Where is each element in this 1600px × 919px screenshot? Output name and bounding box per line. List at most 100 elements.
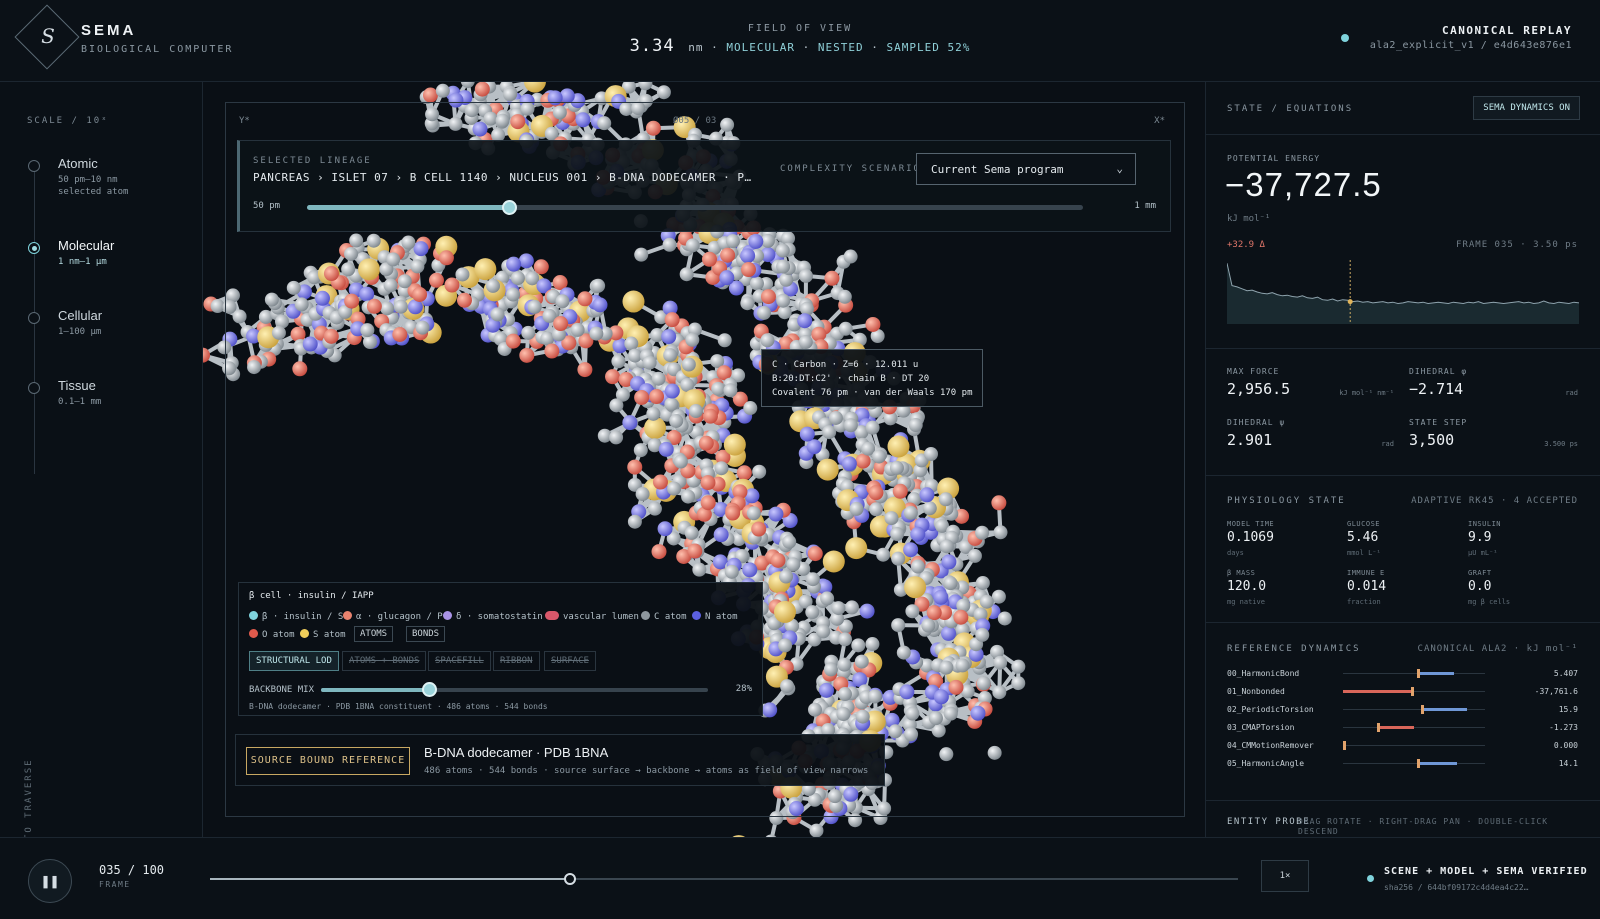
lineage-panel: SELECTED LINEAGE PANCREAS › ISLET 07 › B…: [237, 140, 1171, 232]
atom: [232, 309, 247, 324]
atom: [724, 564, 739, 579]
atom: [323, 266, 339, 282]
atom: [896, 645, 911, 660]
legend-footer: B-DNA dodecamer · PDB 1BNA constituent ·…: [249, 702, 548, 711]
sema-dynamics-toggle[interactable]: SEMA DYNAMICS ON: [1473, 96, 1580, 120]
atom: [848, 813, 863, 828]
atom: [702, 408, 718, 424]
atom: [975, 525, 990, 540]
atom: [392, 326, 408, 342]
atom: [635, 487, 650, 502]
atom: [762, 702, 778, 718]
atom: [855, 453, 871, 469]
source-bound-reference-button[interactable]: SOURCE BOUND REFERENCE: [246, 747, 410, 775]
atom: [748, 233, 764, 249]
atom: [809, 823, 824, 837]
metric-label: DIHEDRAL ψ: [1227, 418, 1286, 427]
scale-range: 50 pm–10 nm selected atom: [58, 175, 129, 197]
molecule-viewport[interactable]: Y* Ø05 / 03 X* SELECTED LINEAGE PANCREAS…: [203, 82, 1205, 837]
atom: [638, 82, 653, 91]
atom: [987, 745, 1002, 760]
atom: [483, 111, 498, 126]
atom: [751, 521, 767, 537]
atom: [358, 258, 381, 281]
atom: [383, 278, 398, 293]
metric-unit: rad: [1565, 389, 1578, 397]
atom: [938, 492, 953, 507]
atom: [849, 501, 864, 516]
atom: [292, 361, 308, 377]
divider: [1206, 622, 1600, 623]
atom: [843, 418, 858, 433]
source-subtitle: 486 atoms · 544 bonds · source surface →…: [424, 766, 869, 776]
atom: [435, 83, 450, 98]
atom: [854, 654, 869, 669]
scale-slider-thumb[interactable]: [501, 200, 517, 215]
backbone-mix-slider[interactable]: [321, 682, 708, 697]
scale-slider-fill: [307, 205, 509, 210]
atom: [723, 433, 746, 456]
sparkline-area: [1227, 263, 1579, 324]
atom: [552, 105, 567, 120]
atom: [688, 403, 703, 418]
atom: [485, 278, 500, 293]
metric-value: 3,500: [1409, 431, 1455, 449]
source-title: B-DNA dodecamer · PDB 1BNA: [424, 745, 609, 760]
atom: [386, 252, 401, 267]
lineage-breadcrumb[interactable]: PANCREAS › ISLET 07 › B CELL 1140 › NUCL…: [253, 171, 758, 184]
mode-surface[interactable]: SURFACE: [544, 651, 596, 671]
physiology-unit: mmol L⁻¹: [1347, 549, 1381, 557]
atom: [664, 312, 680, 328]
atom: [360, 323, 375, 338]
backbone-mix-fill: [321, 688, 430, 692]
atom: [778, 638, 793, 653]
atom: [344, 293, 360, 309]
energy-sparkline: [1227, 260, 1579, 324]
mode-spacefill[interactable]: SPACEFILL: [428, 651, 491, 671]
mode-atoms-bonds[interactable]: ATOMS + BONDS: [342, 651, 427, 671]
atom: [667, 481, 682, 496]
complexity-select[interactable]: Current Sema program ⌄: [916, 153, 1136, 185]
bonds-toggle[interactable]: BONDS: [406, 626, 446, 642]
swatch: [545, 611, 559, 620]
atom: [939, 660, 954, 675]
atom: [779, 569, 794, 584]
atom: [752, 464, 767, 479]
ref-row-name: 00_HarmonicBond: [1227, 669, 1300, 678]
atom: [597, 116, 612, 131]
atom: [941, 554, 957, 570]
atom: [867, 689, 882, 704]
atom: [634, 389, 650, 405]
axis-y-label: Y*: [239, 116, 250, 126]
atom: [656, 85, 671, 100]
atom: [553, 316, 569, 332]
legend-item: β · insulin / S: [249, 611, 343, 622]
complexity-label: COMPLEXITY SCENARIO: [780, 164, 921, 174]
scale-label: SCALE / 10ˣ: [27, 116, 109, 126]
atom: [919, 487, 935, 503]
axis-x-label: X*: [1154, 116, 1165, 126]
mode-structural-lod[interactable]: STRUCTURAL LOD: [249, 651, 339, 671]
replay-title: CANONICAL REPLAY: [1442, 24, 1572, 37]
scale-slider[interactable]: [307, 200, 1083, 215]
atom: [859, 603, 875, 619]
atom: [609, 430, 624, 445]
atom: [807, 702, 822, 717]
atom: [1011, 676, 1026, 691]
physiology-value: 120.0: [1227, 579, 1267, 594]
atom: [725, 234, 740, 249]
atom: [658, 441, 674, 457]
atom: [903, 542, 919, 558]
atom: [904, 576, 927, 599]
atom: [633, 443, 648, 458]
atom: [760, 333, 775, 348]
metric-value: 2.901: [1227, 431, 1273, 449]
atom: [685, 238, 700, 253]
atoms-toggle[interactable]: ATOMS: [354, 626, 394, 642]
backbone-mix-thumb[interactable]: [422, 682, 438, 697]
atom: [711, 381, 726, 396]
atom: [714, 461, 729, 476]
mode-ribbon[interactable]: RIBBON: [493, 651, 540, 671]
atom: [953, 609, 969, 625]
atom: [822, 550, 845, 573]
